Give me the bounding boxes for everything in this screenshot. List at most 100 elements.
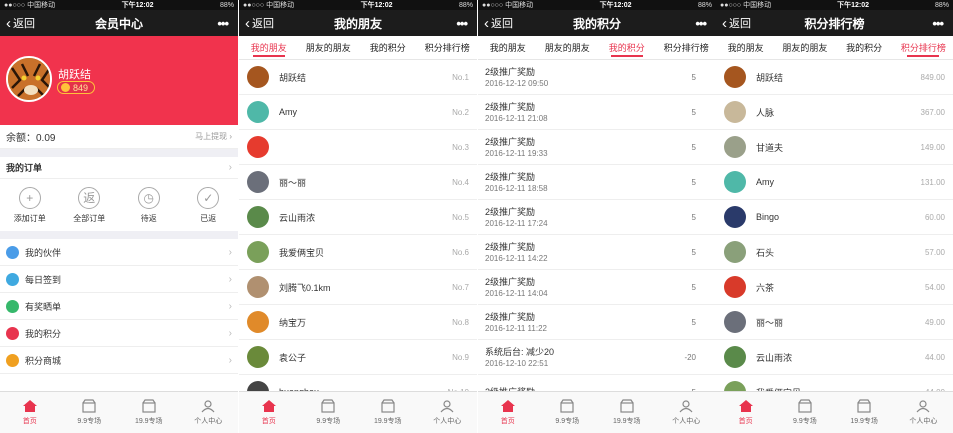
ranking-row[interactable]: 六茶 54.00 <box>716 270 953 305</box>
tab-friends-of-friends[interactable]: 朋友的朋友 <box>775 36 834 59</box>
tabbar-9-9-special[interactable]: 9.9专场 <box>60 392 120 433</box>
friend-row[interactable]: 丽～丽 No.4 <box>239 165 477 200</box>
tabbar-19-9-special[interactable]: 19.9专场 <box>358 392 418 433</box>
ranking-name: Amy <box>756 177 774 187</box>
record-date: 2016-12-10 22:51 <box>485 358 549 368</box>
record-title: 2级推广奖励 <box>485 101 536 112</box>
points-record-row: 2级推广奖励 2016-12-11 14:04 5 <box>478 270 716 305</box>
more-icon[interactable]: ••• <box>932 10 944 36</box>
segment-tabs: 我的朋友 朋友的朋友 我的积分 积分排行榜 <box>478 36 716 60</box>
battery-label: 88% <box>219 1 234 9</box>
tabbar-19-9-special[interactable]: 19.9专场 <box>597 392 657 433</box>
tiger-avatar-image <box>8 58 50 100</box>
tabbar-19-9-special[interactable]: 19.9专场 <box>835 392 894 433</box>
tabbar-profile[interactable]: 个人中心 <box>418 392 478 433</box>
friend-avatar <box>247 276 269 298</box>
pending-refund-button[interactable]: ◷ 待返 <box>119 179 179 231</box>
withdraw-button[interactable]: 马上提现 › <box>195 131 232 142</box>
record-title: 2级推广奖励 <box>485 276 536 287</box>
ranking-avatar <box>724 346 746 368</box>
ranking-row[interactable]: 石头 57.00 <box>716 235 953 270</box>
friend-row[interactable]: 袁公子 No.9 <box>239 340 477 375</box>
friend-row[interactable]: 纳宝万 No.8 <box>239 305 477 340</box>
menu-item[interactable]: 积分商城 › <box>0 347 238 374</box>
refunded-button[interactable]: ✓ 已返 <box>179 179 239 231</box>
tabbar-home[interactable]: 首页 <box>0 392 60 433</box>
friend-avatar <box>247 311 269 333</box>
more-icon[interactable]: ••• <box>217 10 229 36</box>
tab-points-ranking[interactable]: 积分排行榜 <box>894 36 953 59</box>
ranking-row[interactable]: Bingo 60.00 <box>716 200 953 235</box>
ranking-row[interactable]: Amy 131.00 <box>716 165 953 200</box>
tabbar-home[interactable]: 首页 <box>478 392 538 433</box>
tabbar-home[interactable]: 首页 <box>716 392 775 433</box>
menu-item-label: 我的伙伴 <box>25 247 62 258</box>
tabbar-profile[interactable]: 个人中心 <box>657 392 717 433</box>
back-button[interactable]: ‹ 返回 <box>245 10 274 36</box>
more-icon[interactable]: ••• <box>695 10 707 36</box>
menu-item[interactable]: 我的伙伴 › <box>0 239 238 266</box>
ranking-row[interactable]: 人脉 367.00 <box>716 95 953 130</box>
tabbar-label: 9.9专场 <box>555 418 580 425</box>
friend-row[interactable]: 刘腾飞0.1km No.7 <box>239 270 477 305</box>
tab-my-friends[interactable]: 我的朋友 <box>478 36 538 59</box>
tab-my-points[interactable]: 我的积分 <box>358 36 418 59</box>
menu-item[interactable]: 我的积分 › <box>0 320 238 347</box>
add-order-button[interactable]: + 添加订单 <box>0 179 60 231</box>
more-icon[interactable]: ••• <box>456 10 468 36</box>
tab-friends-of-friends[interactable]: 朋友的朋友 <box>299 36 359 59</box>
tabbar-home[interactable]: 首页 <box>239 392 299 433</box>
friend-row[interactable]: No.3 <box>239 130 477 165</box>
ranking-row[interactable]: 我爱俩宝贝44.00 <box>716 375 953 391</box>
menu-item-icon <box>6 326 19 340</box>
my-orders-header[interactable]: 我的订单 › <box>0 157 238 179</box>
back-button[interactable]: ‹ 返回 <box>722 10 751 36</box>
tabbar-9-9-special[interactable]: 9.9专场 <box>538 392 598 433</box>
tab-friends-of-friends[interactable]: 朋友的朋友 <box>538 36 598 59</box>
points-value: 849 <box>73 82 89 93</box>
record-title: 2级推广奖励 <box>485 241 536 252</box>
friend-avatar <box>247 171 269 193</box>
friend-row[interactable]: huanghouNo.10 <box>239 375 477 391</box>
ranking-row[interactable]: 丽～丽 49.00 <box>716 305 953 340</box>
tabbar-9-9-special[interactable]: 9.9专场 <box>299 392 359 433</box>
record-value: 5 <box>691 107 696 117</box>
friend-row[interactable]: Amy No.2 <box>239 95 477 130</box>
status-bar: ●●○○○ 中国移动 下午12:02 88% <box>0 0 238 10</box>
points-badge[interactable]: 849 <box>57 81 96 94</box>
menu-item[interactable]: 每日签到 › <box>0 266 238 293</box>
home-icon <box>738 400 753 412</box>
record-value: 5 <box>691 177 696 187</box>
tab-my-friends[interactable]: 我的朋友 <box>239 36 299 59</box>
tabbar-profile[interactable]: 个人中心 <box>179 392 239 433</box>
back-button[interactable]: ‹ 返回 <box>6 10 35 36</box>
home-icon <box>500 400 515 412</box>
tab-points-ranking[interactable]: 积分排行榜 <box>418 36 478 59</box>
tabbar-9-9-special[interactable]: 9.9专场 <box>775 392 834 433</box>
record-info: 2级推广奖励 2016-12-11 19:33 <box>485 136 692 159</box>
record-info: 2级推广奖励 2016-12-12 09:50 <box>485 66 692 89</box>
ranking-row[interactable]: 胡跃结 849.00 <box>716 60 953 95</box>
tabbar-profile[interactable]: 个人中心 <box>894 392 953 433</box>
friend-row[interactable]: 胡跃结 No.1 <box>239 60 477 95</box>
chevron-left-icon: ‹ <box>722 14 727 32</box>
tabbar-label: 19.9专场 <box>134 418 163 425</box>
tabbar-19-9-special[interactable]: 19.9专场 <box>119 392 179 433</box>
tab-my-points[interactable]: 我的积分 <box>835 36 894 59</box>
tab-points-ranking[interactable]: 积分排行榜 <box>657 36 717 59</box>
friend-name: Amy <box>279 107 297 117</box>
all-orders-button[interactable]: 返全部订单 <box>60 179 120 231</box>
friend-row[interactable]: 云山雨浓 No.5 <box>239 200 477 235</box>
friend-row[interactable]: 我爱俩宝贝 No.6 <box>239 235 477 270</box>
avatar[interactable] <box>6 56 52 102</box>
ranking-row[interactable]: 甘道夫 149.00 <box>716 130 953 165</box>
nav-bar: ‹ 返回 积分排行榜 ••• <box>716 10 953 36</box>
tab-my-friends[interactable]: 我的朋友 <box>716 36 775 59</box>
menu-item[interactable]: 有奖晒单 › <box>0 293 238 320</box>
ranking-name: 丽～丽 <box>756 317 784 328</box>
ranking-row[interactable]: 云山雨浓 44.00 <box>716 340 953 375</box>
record-value: 5 <box>691 72 696 82</box>
tab-my-points[interactable]: 我的积分 <box>597 36 657 59</box>
nav-bar: ‹ 返回 我的积分 ••• <box>478 10 716 36</box>
back-button[interactable]: ‹ 返回 <box>484 10 513 36</box>
